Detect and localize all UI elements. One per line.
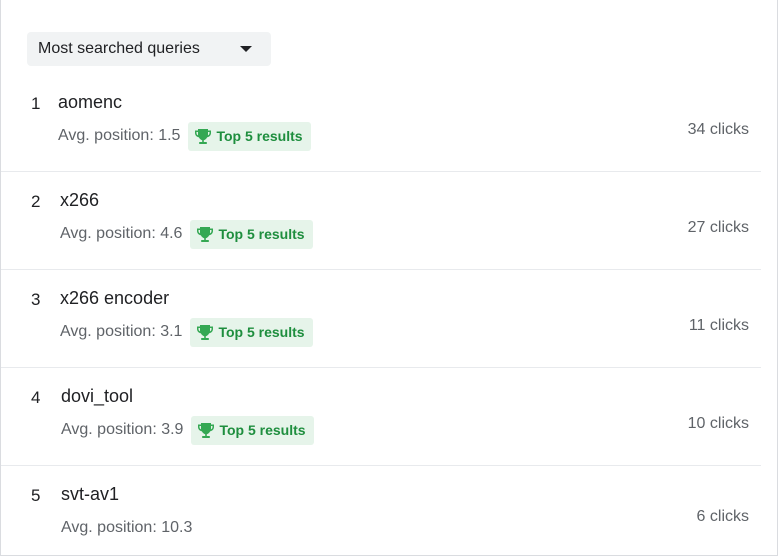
query-rank: 2	[31, 192, 41, 211]
avg-position: Avg. position: 1.5	[58, 127, 181, 144]
query-rank: 3	[31, 290, 41, 309]
click-count: 27 clicks	[687, 219, 749, 236]
query-meta: Avg. position: 3.1 Top 5 results	[60, 317, 313, 347]
query-meta: Avg. position: 3.9 Top 5 results	[61, 415, 314, 445]
query-row[interactable]: 5 svt-av1 Avg. position: 10.3 6 clicks	[1, 466, 761, 558]
query-text: x266	[60, 190, 100, 210]
dropdown-label: Most searched queries	[38, 40, 200, 57]
badge-label: Top 5 results	[216, 128, 303, 144]
query-text: svt-av1	[61, 484, 120, 504]
top-results-badge: Top 5 results	[190, 219, 313, 249]
top-results-badge: Top 5 results	[190, 317, 313, 347]
trophy-icon	[197, 325, 214, 340]
query-sort-dropdown[interactable]: Most searched queries	[27, 32, 271, 66]
query-row[interactable]: 1 aomenc Avg. position: 1.5 Top 5 result…	[1, 74, 761, 172]
click-count: 10 clicks	[687, 415, 749, 432]
caret-down-icon	[240, 46, 252, 52]
badge-label: Top 5 results	[218, 226, 305, 242]
query-row[interactable]: 2 x266 Avg. position: 4.6 Top 5 results …	[1, 172, 761, 270]
avg-position: Avg. position: 3.9	[61, 421, 184, 438]
click-count: 6 clicks	[696, 508, 749, 525]
query-rank: 4	[31, 388, 41, 407]
query-rank: 5	[31, 486, 41, 505]
avg-position: Avg. position: 10.3	[61, 519, 193, 536]
badge-label: Top 5 results	[219, 422, 306, 438]
query-rank: 1	[31, 94, 41, 113]
trophy-icon	[198, 423, 215, 438]
query-meta: Avg. position: 4.6 Top 5 results	[60, 219, 313, 249]
click-count: 34 clicks	[687, 121, 749, 138]
query-meta: Avg. position: 10.3	[61, 513, 192, 543]
queries-panel: Most searched queries 1 aomenc Avg. posi…	[0, 0, 778, 556]
query-text: aomenc	[58, 92, 123, 112]
query-text: x266 encoder	[60, 288, 170, 308]
click-count: 11 clicks	[688, 317, 749, 334]
query-meta: Avg. position: 1.5 Top 5 results	[58, 121, 311, 151]
badge-label: Top 5 results	[218, 324, 305, 340]
trophy-icon	[197, 227, 214, 242]
query-text: dovi_tool	[61, 386, 134, 406]
avg-position: Avg. position: 4.6	[60, 225, 183, 242]
query-list: 1 aomenc Avg. position: 1.5 Top 5 result…	[1, 74, 761, 558]
query-row[interactable]: 4 dovi_tool Avg. position: 3.9 Top 5 res…	[1, 368, 761, 466]
top-results-badge: Top 5 results	[188, 121, 311, 151]
query-row[interactable]: 3 x266 encoder Avg. position: 3.1 Top 5 …	[1, 270, 761, 368]
avg-position: Avg. position: 3.1	[60, 323, 183, 340]
trophy-icon	[195, 129, 212, 144]
top-results-badge: Top 5 results	[191, 415, 314, 445]
